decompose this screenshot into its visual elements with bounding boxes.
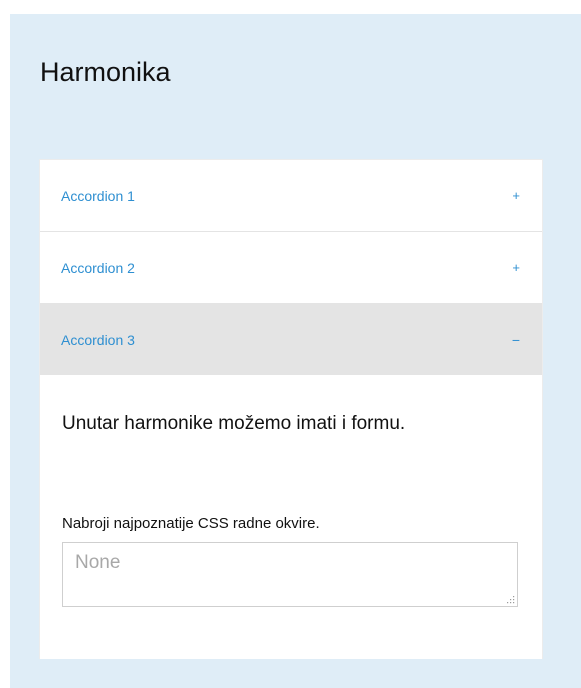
collapse-icon: − <box>511 331 520 348</box>
accordion-header-2[interactable]: Accordion 2 + <box>40 232 542 304</box>
accordion-label-2: Accordion 2 <box>61 259 135 276</box>
page-title: Harmonika <box>40 57 171 87</box>
accordion-header-1[interactable]: Accordion 1 + <box>40 160 542 232</box>
expand-icon: + <box>512 188 520 203</box>
accordion: Accordion 1 + Accordion 2 + Accordion 3 … <box>39 159 543 659</box>
expand-icon: + <box>512 260 520 275</box>
frameworks-field-label: Nabroji najpoznatije CSS radne okvire. <box>62 515 320 532</box>
frameworks-textarea[interactable] <box>62 542 518 607</box>
panel-lead-text: Unutar harmonike možemo imati i formu. <box>62 413 406 434</box>
accordion-panel-3: Unutar harmonike možemo imati i formu. N… <box>40 375 542 659</box>
accordion-header-3[interactable]: Accordion 3 − <box>40 304 542 375</box>
resize-grip-icon[interactable] <box>506 595 515 604</box>
accordion-label-1: Accordion 1 <box>61 187 135 204</box>
accordion-label-3: Accordion 3 <box>61 331 135 348</box>
